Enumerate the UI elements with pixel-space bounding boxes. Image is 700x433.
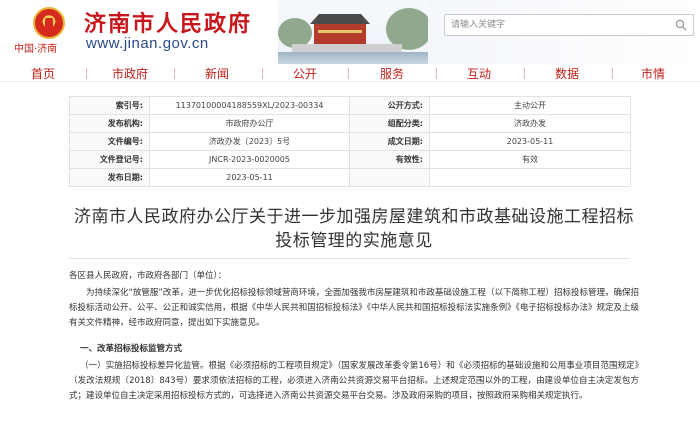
divider	[69, 258, 630, 259]
info-label: 索引号:	[69, 96, 150, 115]
brand-subtitle: 中国·济南	[14, 44, 58, 55]
info-label: 发布日期:	[69, 168, 150, 187]
nav-divider	[262, 68, 263, 79]
article-title: 济南市人民政府办公厅关于进一步加强房屋建筑和市政基础设施工程招标投标管理的实施意…	[74, 207, 634, 251]
table-row: 索引号: 11370100004188559XL/2023-00334 公开方式…	[69, 96, 631, 115]
table-row: 发布机构: 市政府办公厅 组配分类: 济政办发	[69, 114, 631, 133]
info-label: 发布机构:	[69, 114, 150, 133]
info-value: 济政办发	[429, 114, 631, 133]
nav-item-city-info[interactable]: 市情	[641, 65, 665, 82]
nav-divider	[174, 68, 175, 79]
site-header: 中国·济南 济南市人民政府 www.jinan.gov.cn	[0, 0, 700, 64]
info-label	[349, 168, 430, 187]
nav-divider	[524, 68, 525, 79]
nav-item-interaction[interactable]: 互动	[467, 65, 491, 82]
info-label: 公开方式:	[349, 96, 430, 115]
info-label: 文件编号:	[69, 132, 150, 151]
document-info-table: 索引号: 11370100004188559XL/2023-00334 公开方式…	[69, 96, 631, 187]
article-paragraph: （一）实施招标投标差异化监管。根据《必须招标的工程项目规定》（国家发展改革委令第…	[69, 361, 639, 401]
nav-item-public[interactable]: 公开	[293, 65, 317, 82]
info-value: 有效	[429, 150, 631, 169]
info-value: 2023-05-11	[149, 168, 350, 187]
site-url[interactable]: www.jinan.gov.cn	[86, 35, 209, 52]
nav-item-home[interactable]: 首页	[31, 65, 55, 82]
nav-item-news[interactable]: 新闻	[205, 65, 229, 82]
info-value: JNCR-2023-0020005	[149, 150, 350, 169]
info-value: 济政办发〔2023〕5号	[149, 132, 350, 151]
nav-divider	[436, 68, 437, 79]
nav-divider	[86, 68, 87, 79]
info-value: 2023-05-11	[429, 132, 631, 151]
search-box[interactable]	[444, 14, 694, 36]
search-icon[interactable]	[675, 19, 687, 31]
info-label: 成文日期:	[349, 132, 430, 151]
section-heading: 一、改革招标投标监管方式	[80, 344, 183, 354]
info-label: 文件登记号:	[69, 150, 150, 169]
header-banner-image	[278, 0, 428, 64]
info-value: 主动公开	[429, 96, 631, 115]
info-value: 11370100004188559XL/2023-00334	[149, 96, 350, 115]
article-paragraph: 为持续深化“放管服”改革，进一步优化招标投标领域营商环境，全面加强我市房屋建筑和…	[69, 288, 639, 328]
info-value	[429, 168, 631, 187]
article-salutation: 各区县人民政府，市政府各部门（单位）：	[69, 271, 227, 281]
search-input[interactable]	[451, 16, 671, 34]
table-row: 文件编号: 济政办发〔2023〕5号 成文日期: 2023-05-11	[69, 132, 631, 151]
nav-item-data[interactable]: 数据	[555, 65, 579, 82]
table-row: 发布日期: 2023-05-11	[69, 168, 631, 187]
info-label: 有效性:	[349, 150, 430, 169]
nav-divider	[348, 68, 349, 79]
nav-item-service[interactable]: 服务	[380, 65, 404, 82]
nav-item-government[interactable]: 市政府	[112, 65, 148, 82]
info-label: 组配分类:	[349, 114, 430, 133]
table-row: 文件登记号: JNCR-2023-0020005 有效性: 有效	[69, 150, 631, 169]
site-title[interactable]: 济南市人民政府	[84, 6, 252, 38]
main-nav: 首页 市政府 新闻 公开 服务 互动 数据 市情	[0, 64, 700, 82]
info-value: 市政府办公厅	[149, 114, 350, 133]
nav-divider	[612, 68, 613, 79]
national-emblem-icon	[33, 7, 65, 39]
